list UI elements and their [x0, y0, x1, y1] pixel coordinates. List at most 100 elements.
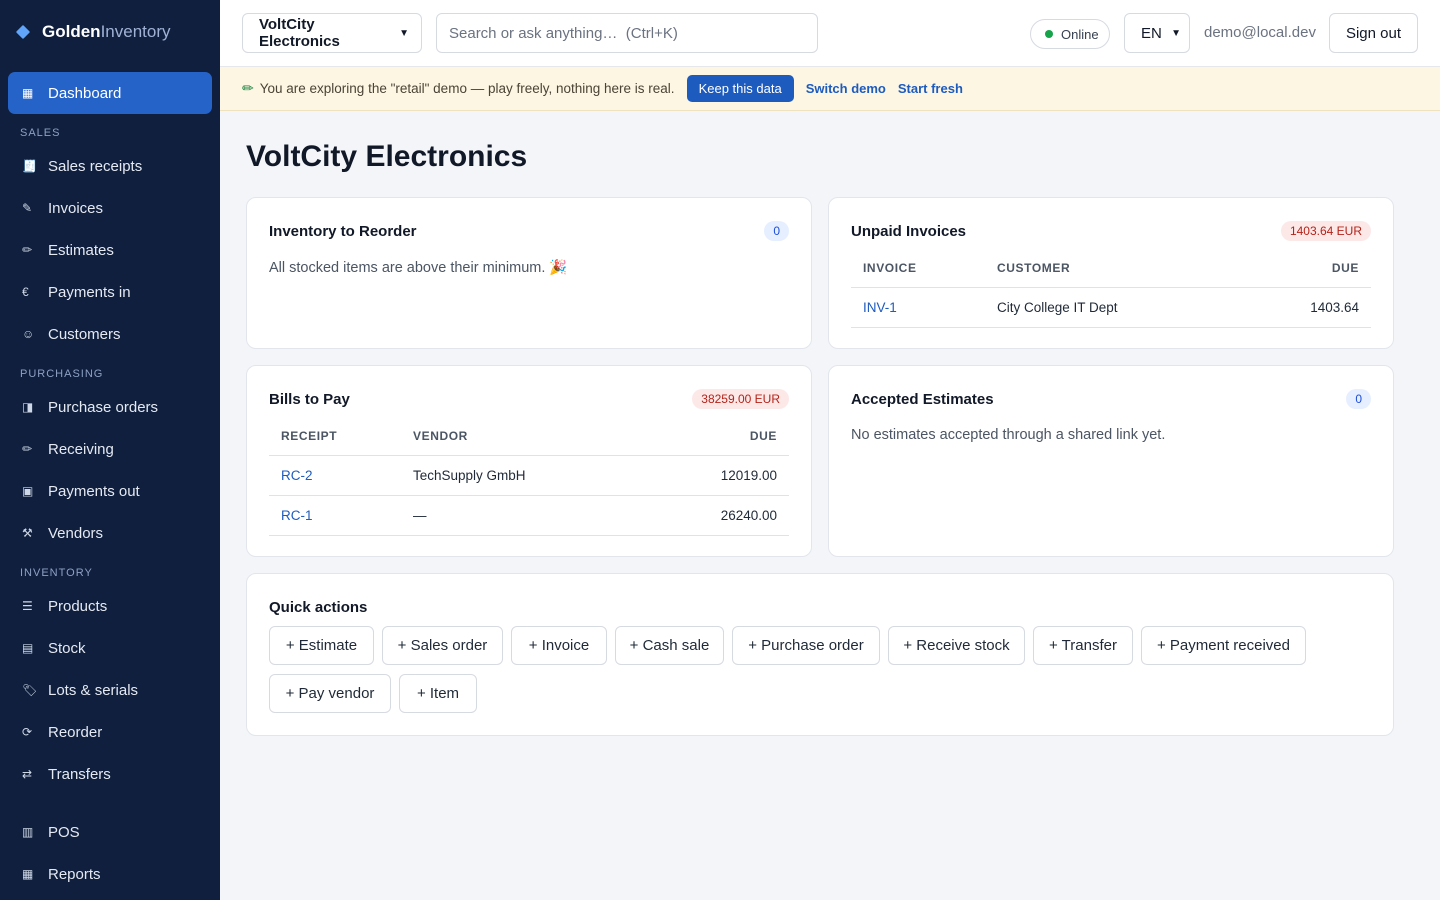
sidebar-item-sales-receipts[interactable]: 🧾 Sales receipts [8, 145, 212, 187]
pencil-icon: ✏ [22, 442, 33, 456]
sidebar-item-label: Payments in [48, 283, 131, 301]
section-purchasing: PURCHASING [20, 368, 104, 380]
sidebar-item-label: Products [48, 597, 108, 615]
customer-cell: City College IT Dept [985, 287, 1251, 328]
document-icon: ◨ [22, 400, 34, 414]
column-header: DUE [1251, 249, 1371, 288]
demo-banner: ✏ You are exploring the "retail" demo — … [220, 67, 1440, 111]
brand-name-light: Inventory [100, 22, 171, 41]
sidebar-item-label: POS [48, 823, 80, 841]
chevron-down-icon: ▼ [399, 27, 409, 39]
sidebar-item-products[interactable]: ☰ Products [8, 585, 212, 627]
sidebar-item-pos[interactable]: ▥ POS [8, 811, 212, 853]
card-title: Bills to Pay [269, 391, 350, 408]
sidebar-item-estimates[interactable]: ✏ Estimates [8, 229, 212, 271]
column-header: DUE [669, 417, 789, 456]
sidebar-item-label: Reorder [48, 723, 103, 741]
count-badge: 0 [764, 221, 789, 241]
start-fresh-link[interactable]: Start fresh [898, 81, 963, 96]
new-sales-order-button[interactable]: + Sales order [382, 626, 503, 665]
demo-banner-text: You are exploring the "retail" demo — pl… [259, 81, 675, 96]
receive-stock-button[interactable]: + Receive stock [888, 626, 1025, 665]
sidebar-item-label: Customers [48, 325, 121, 343]
total-badge: 38259.00 EUR [692, 389, 789, 409]
pay-vendor-button[interactable]: + Pay vendor [269, 674, 391, 713]
sidebar-item-transfers[interactable]: ⇄ Transfers [8, 753, 212, 795]
vendor-cell: TechSupply GmbH [401, 455, 669, 496]
pencil-icon: ✏ [242, 80, 254, 96]
sidebar-item-payments-out[interactable]: ▣ Payments out [8, 470, 212, 512]
top-bar: VoltCity Electronics ▼ Online EN ▼ demo@… [220, 0, 1440, 67]
sidebar-item-dashboard[interactable]: ▦ Dashboard [8, 72, 212, 114]
smiley-icon: ☺ [22, 327, 35, 341]
column-header: CUSTOMER [985, 249, 1251, 288]
tools-icon: ⚒ [22, 526, 33, 540]
company-select-value: VoltCity Electronics [259, 16, 340, 50]
status-label: Online [1061, 26, 1099, 42]
wallet-icon: ▣ [22, 484, 34, 498]
box-icon: ▤ [22, 641, 34, 655]
sidebar-item-label: Dashboard [48, 84, 122, 102]
count-badge: 0 [1346, 389, 1371, 409]
language-select[interactable]: EN ▼ [1124, 13, 1190, 53]
table-row: INV-1 City College IT Dept 1403.64 [851, 287, 1371, 328]
refresh-icon: ⟳ [22, 725, 33, 739]
new-item-button[interactable]: + Item [399, 674, 477, 713]
dashboard-icon: ▦ [22, 86, 34, 100]
vendor-cell: — [401, 495, 669, 536]
sidebar-item-invoices[interactable]: ✎ Invoices [8, 187, 212, 229]
company-select[interactable]: VoltCity Electronics ▼ [242, 13, 422, 53]
receipt-link[interactable]: RC-1 [281, 508, 313, 523]
sidebar-item-payments-in[interactable]: € Payments in [8, 271, 212, 313]
register-icon: ▥ [22, 825, 34, 839]
new-cash-sale-button[interactable]: + Cash sale [615, 626, 724, 665]
reorder-card: Inventory to Reorder 0 All stocked items… [246, 197, 812, 349]
sidebar-item-reorder[interactable]: ⟳ Reorder [8, 711, 212, 753]
grid-icon: ▦ [22, 867, 34, 881]
pen-icon: ✎ [22, 201, 33, 215]
sidebar-item-stock[interactable]: ▤ Stock [8, 627, 212, 669]
sidebar-item-label: Transfers [48, 765, 111, 783]
table-row: RC-2 TechSupply GmbH 12019.00 [269, 455, 789, 496]
accepted-estimates-card: Accepted Estimates 0 No estimates accept… [828, 365, 1394, 557]
sidebar-item-label: Payments out [48, 482, 140, 500]
unpaid-invoices-table: INVOICE CUSTOMER DUE INV-1 City College … [851, 249, 1371, 328]
search-input[interactable] [436, 13, 818, 53]
new-estimate-button[interactable]: + Estimate [269, 626, 374, 665]
sidebar: Golden Inventory ▦ Dashboard SALES 🧾 Sal… [0, 0, 220, 900]
sidebar-item-customers[interactable]: ☺ Customers [8, 313, 212, 355]
due-cell: 12019.00 [669, 455, 789, 496]
switch-demo-link[interactable]: Switch demo [806, 81, 886, 96]
sidebar-item-purchase-orders[interactable]: ◨ Purchase orders [8, 386, 212, 428]
sidebar-item-lots-serials[interactable]: 🏷 Lots & serials [8, 669, 212, 711]
chevron-down-icon: ▼ [1171, 27, 1181, 39]
sidebar-item-reports[interactable]: ▦ Reports [8, 853, 212, 895]
card-note: All stocked items are above their minimu… [269, 260, 568, 276]
new-invoice-button[interactable]: + Invoice [511, 626, 607, 665]
sign-out-button[interactable]: Sign out [1329, 13, 1418, 53]
sidebar-item-receiving[interactable]: ✏ Receiving [8, 428, 212, 470]
column-header: RECEIPT [269, 417, 401, 456]
status-badge: Online [1030, 19, 1110, 49]
language-select-value: EN [1141, 24, 1162, 42]
new-transfer-button[interactable]: + Transfer [1033, 626, 1133, 665]
bills-to-pay-card: Bills to Pay 38259.00 EUR RECEIPT VENDOR… [246, 365, 812, 557]
payment-received-button[interactable]: + Payment received [1141, 626, 1306, 665]
page-title: VoltCity Electronics [246, 140, 528, 173]
table-row: RC-1 — 26240.00 [269, 495, 789, 536]
tag-icon: 🏷 [22, 683, 38, 697]
swap-arrows-icon: ⇄ [22, 767, 33, 781]
sidebar-item-vendors[interactable]: ⚒ Vendors [8, 512, 212, 554]
diamond-logo-icon [15, 24, 31, 40]
sidebar-item-label: Stock [48, 639, 86, 657]
keep-data-button[interactable]: Keep this data [686, 75, 794, 102]
invoice-link[interactable]: INV-1 [863, 300, 897, 315]
brand-logo[interactable]: Golden Inventory [15, 20, 171, 44]
card-title: Inventory to Reorder [269, 223, 417, 240]
due-cell: 26240.00 [669, 495, 789, 536]
receipt-link[interactable]: RC-2 [281, 468, 313, 483]
sidebar-item-label: Purchase orders [48, 398, 159, 416]
card-title: Quick actions [269, 599, 368, 616]
new-purchase-order-button[interactable]: + Purchase order [732, 626, 880, 665]
sidebar-item-label: Lots & serials [48, 681, 139, 699]
